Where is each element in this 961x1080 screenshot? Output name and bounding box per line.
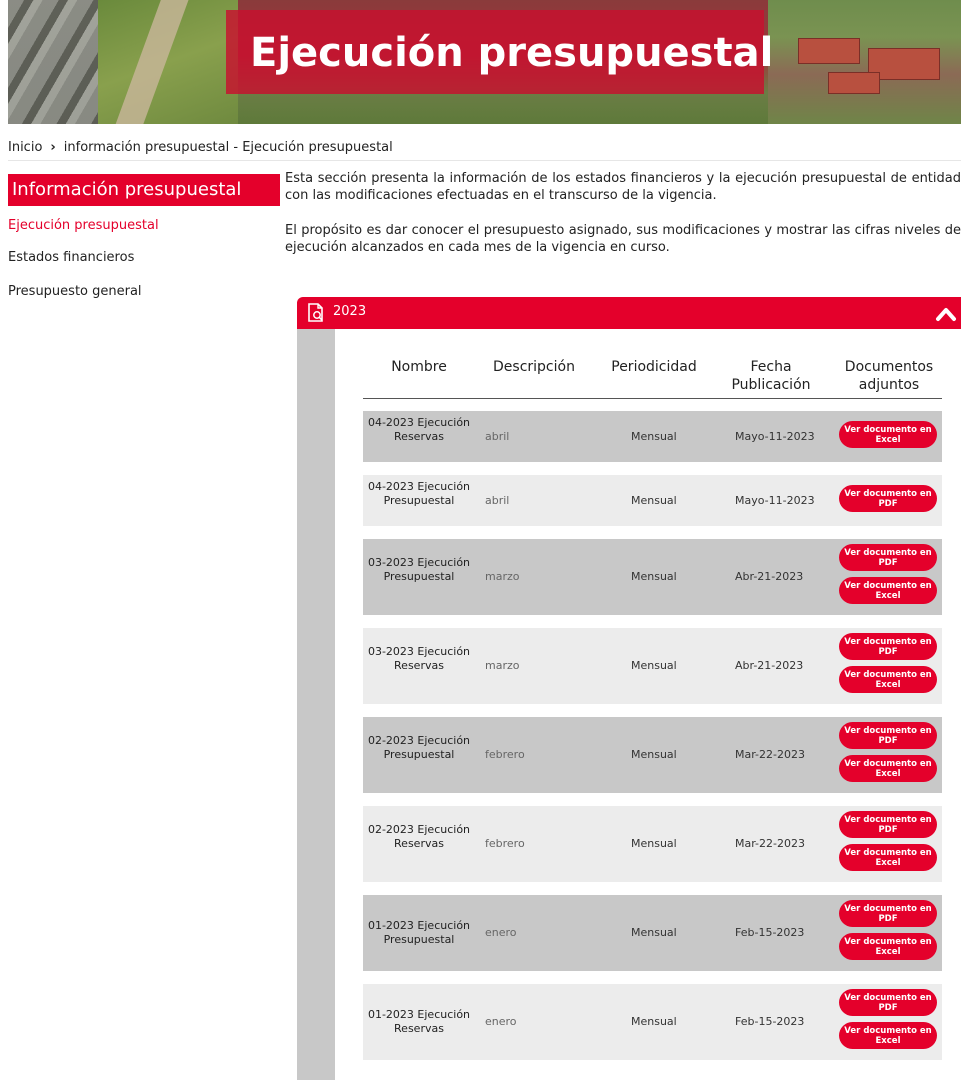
- table-row: 04-2023 Ejecución Presupuestal abril Mensu…: [363, 475, 942, 526]
- row-periodicity: Mensual: [631, 748, 677, 761]
- chevron-up-icon[interactable]: [935, 305, 957, 323]
- row-description: enero: [485, 926, 517, 939]
- table-row: 03-2023 Ejecución Presupuestal marzo Mensu…: [363, 539, 942, 615]
- row-periodicity: Mensual: [631, 570, 677, 583]
- accordion-header-2023[interactable]: 2023: [297, 297, 961, 329]
- row-date: Mayo-11-2023: [735, 429, 815, 443]
- divider: [8, 160, 961, 161]
- row-description: febrero: [485, 748, 525, 761]
- view-pdf-button[interactable]: Ver documento en PDF: [839, 485, 937, 512]
- view-excel-button[interactable]: Ver documento en Excel: [839, 933, 937, 960]
- row-periodicity: Mensual: [631, 1015, 677, 1028]
- breadcrumb-current: información presupuestal - Ejecución pre…: [63, 140, 393, 155]
- row-name: 03-2023 Ejecución Presupuestal: [367, 556, 471, 583]
- sidebar-item-presupuesto-general[interactable]: Presupuesto general: [8, 284, 142, 299]
- column-header-periodicidad: Periodicidad: [611, 359, 697, 375]
- view-excel-button[interactable]: Ver documento en Excel: [839, 755, 937, 782]
- row-name: 02-2023 Ejecución Reservas: [367, 823, 471, 850]
- view-excel-button[interactable]: Ver documento en Excel: [839, 577, 937, 604]
- row-description: abril: [485, 493, 510, 507]
- header-underline: [363, 398, 942, 399]
- view-pdf-button[interactable]: Ver documento en PDF: [839, 900, 937, 927]
- breadcrumb: Inicio › información presupuestal - Ejecuc…: [8, 140, 393, 155]
- row-description: abril: [485, 429, 510, 443]
- banner-photo-buildings-right: [768, 0, 961, 124]
- row-periodicity: Mensual: [631, 926, 677, 939]
- row-date: Feb-15-2023: [735, 1015, 805, 1028]
- row-date: Abr-21-2023: [735, 659, 804, 672]
- row-date: Mar-22-2023: [735, 748, 805, 761]
- row-name: 04-2023 Ejecución Reservas: [367, 415, 471, 443]
- row-name: 01-2023 Ejecución Reservas: [367, 1008, 471, 1035]
- column-header-fecha: Fecha Publicación: [731, 359, 811, 393]
- breadcrumb-home-link[interactable]: Inicio: [8, 140, 42, 155]
- intro-paragraph-2: El propósito es dar conocer el presupues…: [285, 223, 961, 255]
- accordion-side-bar: [297, 329, 335, 1080]
- chevron-right-icon: ›: [50, 140, 56, 155]
- view-pdf-button[interactable]: Ver documento en PDF: [839, 544, 937, 571]
- table-row: 02-2023 Ejecución Presupuestal febrero Men…: [363, 717, 942, 793]
- intro-paragraph-1: Esta sección presenta la información de …: [285, 171, 961, 203]
- row-periodicity: Mensual: [631, 493, 677, 507]
- table-row: 03-2023 Ejecución Reservas marzo Mensual Ab…: [363, 628, 942, 704]
- table-row: 04-2023 Ejecución Reservas abril Mensual Ma…: [363, 411, 942, 462]
- table-row: 01-2023 Ejecución Reservas enero Mensual Fe…: [363, 984, 942, 1060]
- row-description: marzo: [485, 570, 520, 583]
- row-name: 04-2023 Ejecución Presupuestal: [367, 479, 471, 507]
- row-date: Abr-21-2023: [735, 570, 804, 583]
- row-description: enero: [485, 1015, 517, 1028]
- view-excel-button[interactable]: Ver documento en Excel: [839, 666, 937, 693]
- table-row: 01-2023 Ejecución Presupuestal enero Mensu…: [363, 895, 942, 971]
- column-header-nombre: Nombre: [391, 359, 447, 375]
- row-date: Mar-22-2023: [735, 837, 805, 850]
- row-periodicity: Mensual: [631, 659, 677, 672]
- document-search-icon: [308, 303, 323, 322]
- row-name: 01-2023 Ejecución Presupuestal: [367, 919, 471, 946]
- row-name: 03-2023 Ejecución Reservas: [367, 645, 471, 672]
- row-date: Mayo-11-2023: [735, 493, 815, 507]
- column-header-descripcion: Descripción: [493, 359, 575, 375]
- view-pdf-button[interactable]: Ver documento en PDF: [839, 989, 937, 1016]
- row-periodicity: Mensual: [631, 837, 677, 850]
- view-pdf-button[interactable]: Ver documento en PDF: [839, 811, 937, 838]
- view-excel-button[interactable]: Ver documento en Excel: [839, 844, 937, 871]
- view-excel-button[interactable]: Ver documento en Excel: [839, 421, 937, 448]
- row-date: Feb-15-2023: [735, 926, 805, 939]
- view-pdf-button[interactable]: Ver documento en PDF: [839, 722, 937, 749]
- row-periodicity: Mensual: [631, 429, 677, 443]
- page-title: Ejecución presupuestal: [250, 30, 774, 76]
- row-name: 02-2023 Ejecución Presupuestal: [367, 734, 471, 761]
- table-row: 02-2023 Ejecución Reservas febrero Mensual…: [363, 806, 942, 882]
- accordion-year: 2023: [333, 304, 367, 319]
- sidebar-header: Información presupuestal: [8, 174, 280, 206]
- row-description: marzo: [485, 659, 520, 672]
- view-pdf-button[interactable]: Ver documento en PDF: [839, 633, 937, 660]
- column-header-documentos: Documentos adjuntos: [844, 359, 934, 393]
- sidebar-item-estados-financieros[interactable]: Estados financieros: [8, 250, 134, 265]
- view-excel-button[interactable]: Ver documento en Excel: [839, 1022, 937, 1049]
- sidebar-item-ejecucion-presupuestal[interactable]: Ejecución presupuestal: [8, 218, 159, 233]
- row-description: febrero: [485, 837, 525, 850]
